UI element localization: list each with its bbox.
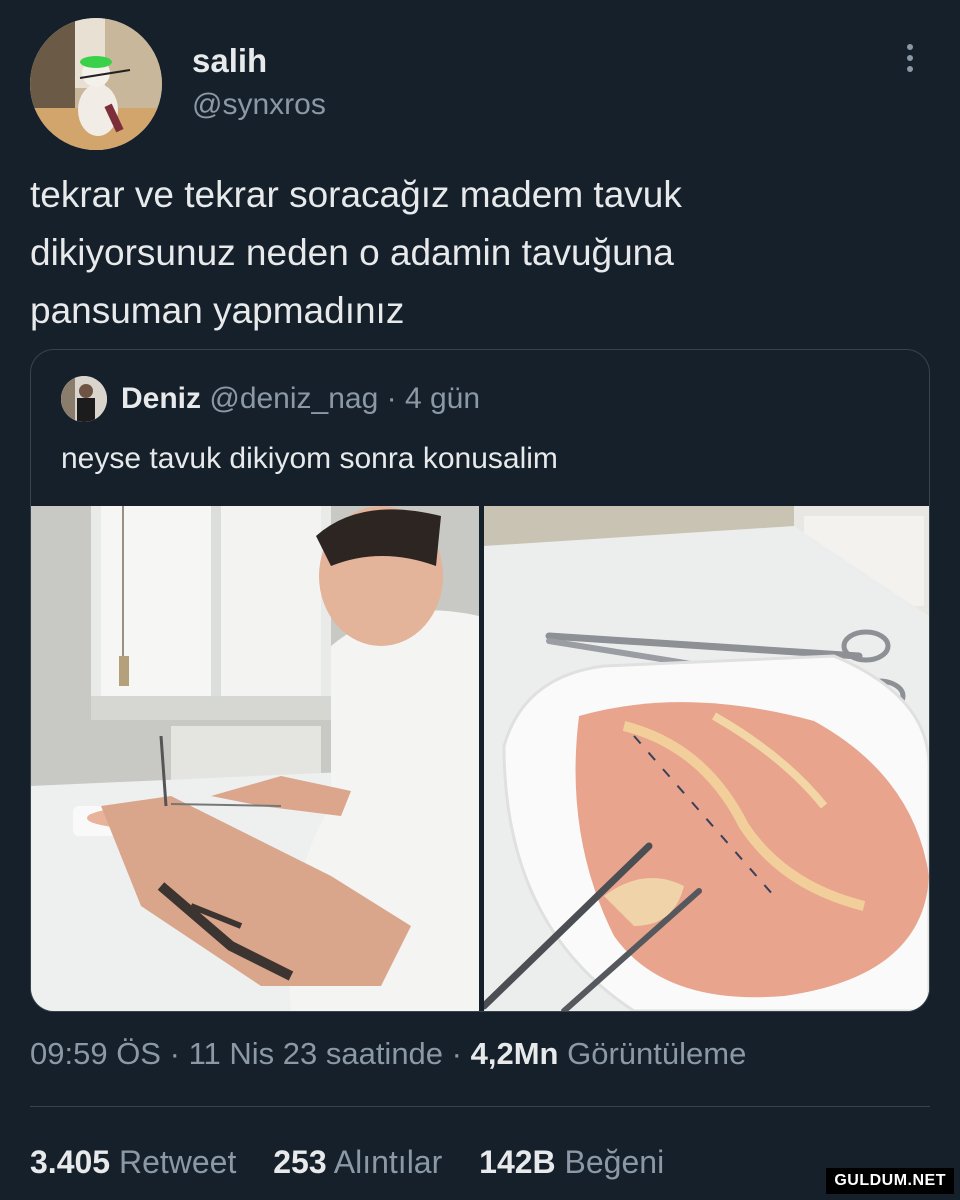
engagement-stats: 3.405 Retweet 253 Alıntılar 142B Beğeni [30,1144,692,1181]
retweets-label: Retweet [118,1144,237,1180]
meta-separator: · [169,1036,180,1071]
quotes-label: Alıntılar [333,1144,443,1180]
tweet-line: pansuman yapmadınız [30,290,405,331]
retweets-stat[interactable]: 3.405 Retweet [30,1144,236,1181]
quoted-handle[interactable]: @deniz_nag [209,382,378,415]
divider [30,1106,930,1107]
quoted-separator: · [386,382,397,415]
tweet-line: tekrar ve tekrar soracağız madem tavuk [30,174,682,215]
author-name[interactable]: salih [192,42,267,80]
watermark: GULDUM.NET [826,1168,954,1194]
views-label: Görüntüleme [567,1036,747,1071]
quotes-count: 253 [273,1144,327,1180]
quoted-tweet[interactable]: Deniz @deniz_nag · 4 gün neyse tavuk dik… [30,349,930,1012]
likes-count: 142B [479,1144,556,1180]
tweet-meta: 09:59 ÖS · 11 Nis 23 saatinde · 4,2Mn Gö… [30,1036,746,1072]
tweet-text: tekrar ve tekrar soracağız madem tavuk d… [30,166,910,340]
quotes-stat[interactable]: 253 Alıntılar [273,1144,442,1181]
media-photo-right[interactable] [484,506,929,1011]
tweet-date[interactable]: 11 Nis 23 saatinde [189,1036,443,1071]
quoted-text: neyse tavuk dikiyom sonra konusalim [61,442,558,475]
tweet-time[interactable]: 09:59 ÖS [30,1036,161,1071]
author-handle[interactable]: @synxros [192,88,326,122]
media-photo-left[interactable] [31,506,479,1011]
likes-label: Beğeni [564,1144,665,1180]
quoted-name[interactable]: Deniz [121,382,201,415]
quoted-age[interactable]: 4 gün [405,382,480,415]
quoted-avatar[interactable] [61,376,107,422]
tweet-line: dikiyorsunuz neden o adamin tavuğuna [30,232,674,273]
quoted-header: Deniz @deniz_nag · 4 gün [121,382,480,416]
likes-stat[interactable]: 142B Beğeni [479,1144,664,1181]
retweets-count: 3.405 [30,1144,111,1180]
profile-avatar[interactable] [30,18,162,150]
more-options-button[interactable] [890,38,930,78]
more-vertical-icon [907,44,913,50]
views-count: 4,2Mn [470,1036,559,1071]
meta-separator: · [451,1036,462,1071]
